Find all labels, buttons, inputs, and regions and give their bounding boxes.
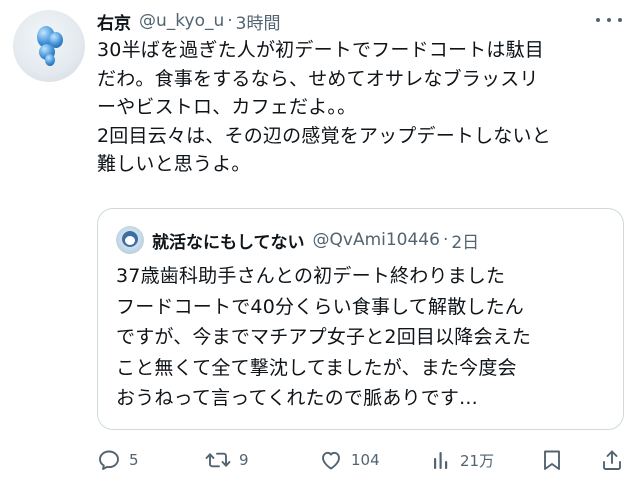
tweet-text-line: だわ。食事をするなら、せめてオサレなブラッスリ [97,67,539,90]
tweet-text-line: ーやビストロ、カフェだよ。。 [97,96,357,118]
views-count: 21万 [460,451,495,470]
share-button[interactable] [600,447,624,473]
quoted-text: 37歳歯科助手さんとの初デート終わりました フードコートで40分くらい食事して解… [116,261,611,414]
quoted-tweet[interactable]: 就活なにもしてない @QvAmi10446 · 2日 37歳歯科助手さんとの初デ… [97,208,624,430]
retweet-count: 9 [239,451,249,469]
quoted-text-line: ですが、今までマチアプ女子と2回目以降会えた [116,326,532,348]
tweet-text-line: 難しいと思うよ。 [97,153,251,175]
tweet-text-line: 30半ばを過ぎた人が初デートでフードコートは駄目 [97,39,544,61]
like-count: 104 [351,451,380,469]
quoted-text-line: 37歳歯科助手さんとの初デート終わりました [116,265,506,287]
views-icon [434,452,448,469]
tweet-header: 右京 @u_kyo_u · 3時間 [97,9,281,34]
more-icon[interactable] [596,13,622,27]
quoted-header: 就活なにもしてない @QvAmi10446 · 2日 [152,228,480,253]
tweet-text: 30半ばを過ぎた人が初デートでフードコートは駄目 だわ。食事をするなら、せめてオ… [97,36,632,179]
action-bar: 5 9 104 21万 [97,447,627,473]
quoted-timestamp: 2日 [451,232,480,253]
timestamp[interactable]: 3時間 [236,9,281,34]
quoted-text-line: フードコートで40分くらい食事して解散したん [116,295,525,318]
reply-button[interactable]: 5 [97,447,139,473]
like-button[interactable]: 104 [319,447,380,473]
quoted-handle: @QvAmi10446 [312,230,440,250]
retweet-button[interactable]: 9 [205,447,249,473]
user-handle[interactable]: @u_kyo_u [139,11,224,31]
quoted-text-line: こと無くて全て撃沈してましたが、また今度会 [116,356,517,379]
retweet-icon [205,452,231,468]
like-icon [322,451,340,470]
quoted-text-line: おうねって言ってくれたので脈ありです... [116,387,478,409]
views-button[interactable]: 21万 [432,447,494,473]
quoted-display-name: 就活なにもしてない [152,232,305,253]
quoted-separator-dot: · [442,230,449,250]
quoted-avatar [116,226,144,254]
bookmark-button[interactable] [541,447,563,473]
avatar[interactable] [13,10,85,82]
reply-icon [99,450,119,470]
tweet-text-line: 2回目云々は、その辺の感覚をアップデートしないと [97,124,551,147]
reply-count: 5 [129,451,139,469]
display-name[interactable]: 右京 [97,9,131,34]
share-icon [603,450,621,470]
bookmark-icon [544,450,560,470]
separator-dot: · [227,11,233,31]
